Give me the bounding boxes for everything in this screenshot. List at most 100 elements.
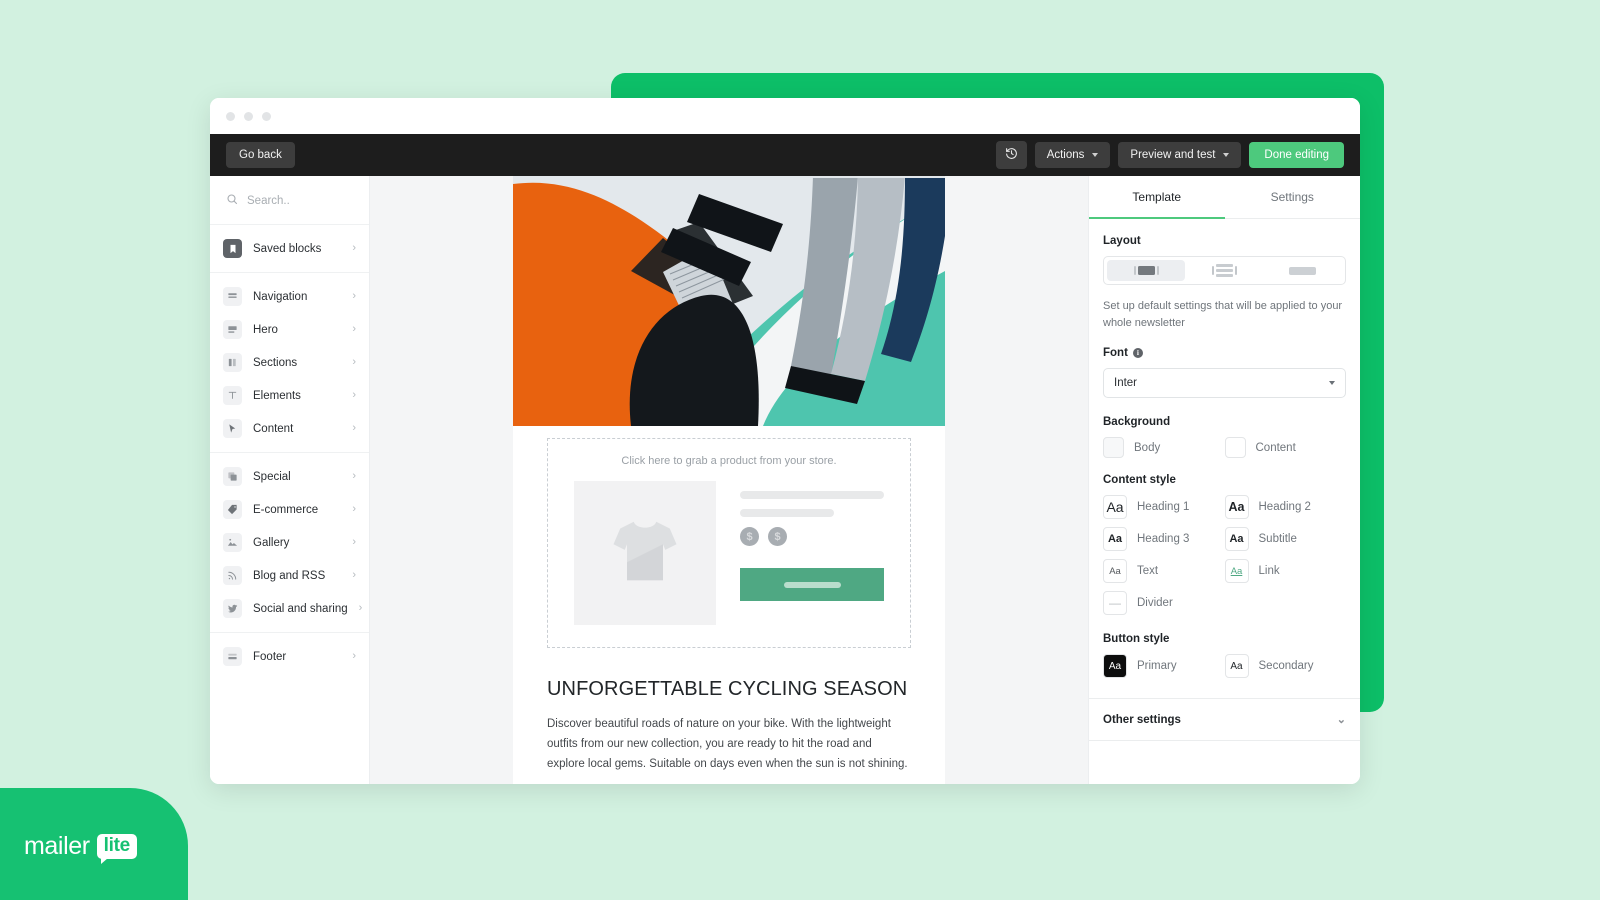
other-settings-row[interactable]: Other settings ⌄: [1089, 699, 1360, 741]
history-revert-icon: [1005, 147, 1018, 163]
layout-full-width-icon: [1289, 266, 1317, 275]
email-text-block[interactable]: UNFORGETTABLE CYCLING SEASON Discover be…: [513, 648, 945, 774]
sidebar-item-content[interactable]: Content ›: [210, 412, 369, 445]
background-body-option[interactable]: Body: [1103, 437, 1225, 458]
logo-wordmark: mailer: [24, 831, 90, 860]
layout-lines-icon: [1215, 264, 1233, 277]
style-button-secondary[interactable]: Aa Secondary: [1224, 654, 1347, 678]
body-color-swatch[interactable]: [1103, 437, 1124, 458]
layout-edge-marker-icon: [1133, 266, 1136, 275]
style-text[interactable]: Aa Text: [1103, 559, 1225, 583]
price-coin-icon: $: [768, 527, 787, 546]
product-cta-button[interactable]: [740, 568, 884, 601]
layout-option-lines[interactable]: [1185, 260, 1263, 281]
chevron-down-icon: [1223, 153, 1230, 157]
primary-button-preview[interactable]: Aa: [1103, 654, 1127, 678]
link-preview[interactable]: Aa: [1224, 559, 1249, 583]
sidebar-item-label: Special: [253, 470, 291, 483]
font-select-value: Inter: [1114, 377, 1138, 389]
primary-button-label: Primary: [1137, 660, 1177, 672]
sidebar-item-blog-rss[interactable]: Blog and RSS ›: [210, 559, 369, 592]
mailerlite-logo: mailer lite: [0, 788, 188, 900]
heading-3-preview[interactable]: Aa: [1103, 527, 1127, 551]
product-hint-text: Click here to grab a product from your s…: [621, 455, 837, 467]
layers-icon: [223, 467, 242, 486]
sidebar-item-elements[interactable]: Elements ›: [210, 379, 369, 412]
sidebar-item-ecommerce[interactable]: E-commerce ›: [210, 493, 369, 526]
product-placeholder-block[interactable]: Click here to grab a product from your s…: [547, 438, 911, 648]
sidebar-item-social-sharing[interactable]: Social and sharing ›: [210, 592, 369, 625]
search-input[interactable]: [247, 195, 355, 207]
style-subtitle[interactable]: Aa Subtitle: [1224, 527, 1347, 551]
footer-bar-icon: [223, 647, 242, 666]
sidebar-item-footer[interactable]: Footer ›: [210, 640, 369, 673]
background-body-label: Body: [1134, 441, 1161, 454]
window-close-dot[interactable]: [226, 111, 235, 121]
window-maximize-dot[interactable]: [262, 111, 271, 121]
sidebar-item-label: Gallery: [253, 536, 290, 549]
sidebar-item-special[interactable]: Special ›: [210, 460, 369, 493]
image-mountain-icon: [223, 533, 242, 552]
heading-1-label: Heading 1: [1137, 501, 1190, 513]
preview-and-test-button[interactable]: Preview and test: [1118, 142, 1242, 168]
product-image-placeholder[interactable]: [574, 481, 716, 625]
go-back-button[interactable]: Go back: [226, 142, 295, 168]
style-divider[interactable]: — Divider: [1103, 591, 1225, 615]
chevron-right-icon: ›: [352, 242, 356, 254]
tab-template[interactable]: Template: [1089, 176, 1225, 219]
text-preview[interactable]: Aa: [1103, 559, 1127, 583]
email-canvas[interactable]: Click here to grab a product from your s…: [370, 176, 1088, 784]
style-link[interactable]: Aa Link: [1224, 559, 1347, 583]
window-minimize-dot[interactable]: [244, 111, 253, 121]
columns-icon: [223, 353, 242, 372]
sidebar-item-label: Social and sharing: [253, 602, 348, 615]
sidebar-group-saved: Saved blocks ›: [210, 225, 369, 272]
done-editing-button[interactable]: Done editing: [1249, 142, 1344, 168]
chevron-down-icon: [1329, 381, 1335, 385]
chevron-right-icon: ›: [352, 470, 356, 482]
bookmark-icon: [223, 239, 242, 258]
editor-body: Saved blocks › Navigation › Hero: [210, 176, 1360, 784]
style-heading-3[interactable]: Aa Heading 3: [1103, 527, 1225, 551]
sidebar-item-label: Navigation: [253, 290, 308, 303]
subtitle-preview[interactable]: Aa: [1224, 527, 1249, 551]
sidebar-item-hero[interactable]: Hero ›: [210, 313, 369, 346]
sidebar-item-gallery[interactable]: Gallery ›: [210, 526, 369, 559]
hero-image[interactable]: [513, 176, 945, 426]
actions-dropdown-button[interactable]: Actions: [1034, 142, 1111, 168]
panel-tabs: Template Settings: [1089, 176, 1360, 219]
revision-history-button[interactable]: [995, 141, 1027, 169]
button-style-section-title: Button style: [1103, 633, 1170, 645]
text-t-icon: [223, 386, 242, 405]
divider-label: Divider: [1137, 597, 1173, 609]
content-color-swatch[interactable]: [1224, 437, 1246, 458]
hero-image-graphic: [513, 176, 945, 426]
layout-option-full-width[interactable]: [1264, 260, 1342, 281]
tab-settings[interactable]: Settings: [1225, 176, 1361, 219]
sidebar-item-saved-blocks[interactable]: Saved blocks ›: [210, 232, 369, 265]
style-heading-2[interactable]: Aa Heading 2: [1224, 495, 1347, 519]
layout-edge-marker-icon: [1234, 266, 1237, 275]
product-row: $ $: [574, 481, 884, 625]
background-content-option[interactable]: Content: [1224, 437, 1347, 458]
sidebar-search[interactable]: [210, 176, 369, 225]
secondary-button-preview[interactable]: Aa: [1224, 654, 1249, 678]
layout-option-boxed[interactable]: [1107, 260, 1186, 281]
sidebar-item-sections[interactable]: Sections ›: [210, 346, 369, 379]
background-section-title: Background: [1103, 416, 1171, 428]
sidebar-group-special: Special › E-commerce › Gallery › Blog an…: [210, 452, 369, 632]
content-style-section-title: Content style: [1103, 474, 1176, 486]
style-heading-1[interactable]: Aa Heading 1: [1103, 495, 1225, 519]
divider-preview[interactable]: —: [1103, 591, 1127, 615]
info-icon[interactable]: i: [1132, 348, 1143, 358]
chevron-right-icon: ›: [352, 503, 356, 515]
sidebar-group-structure: Navigation › Hero › Sections › Elements …: [210, 272, 369, 452]
sidebar-item-navigation[interactable]: Navigation ›: [210, 280, 369, 313]
font-select[interactable]: Inter: [1103, 368, 1346, 398]
style-button-primary[interactable]: Aa Primary: [1103, 654, 1225, 678]
email-heading: UNFORGETTABLE CYCLING SEASON: [547, 678, 908, 700]
heading-1-preview[interactable]: Aa: [1103, 495, 1127, 519]
panel-content: Layout Set up default settings that will…: [1089, 219, 1360, 741]
heading-2-preview[interactable]: Aa: [1224, 495, 1249, 519]
logo-lockup: mailer lite: [24, 831, 137, 864]
